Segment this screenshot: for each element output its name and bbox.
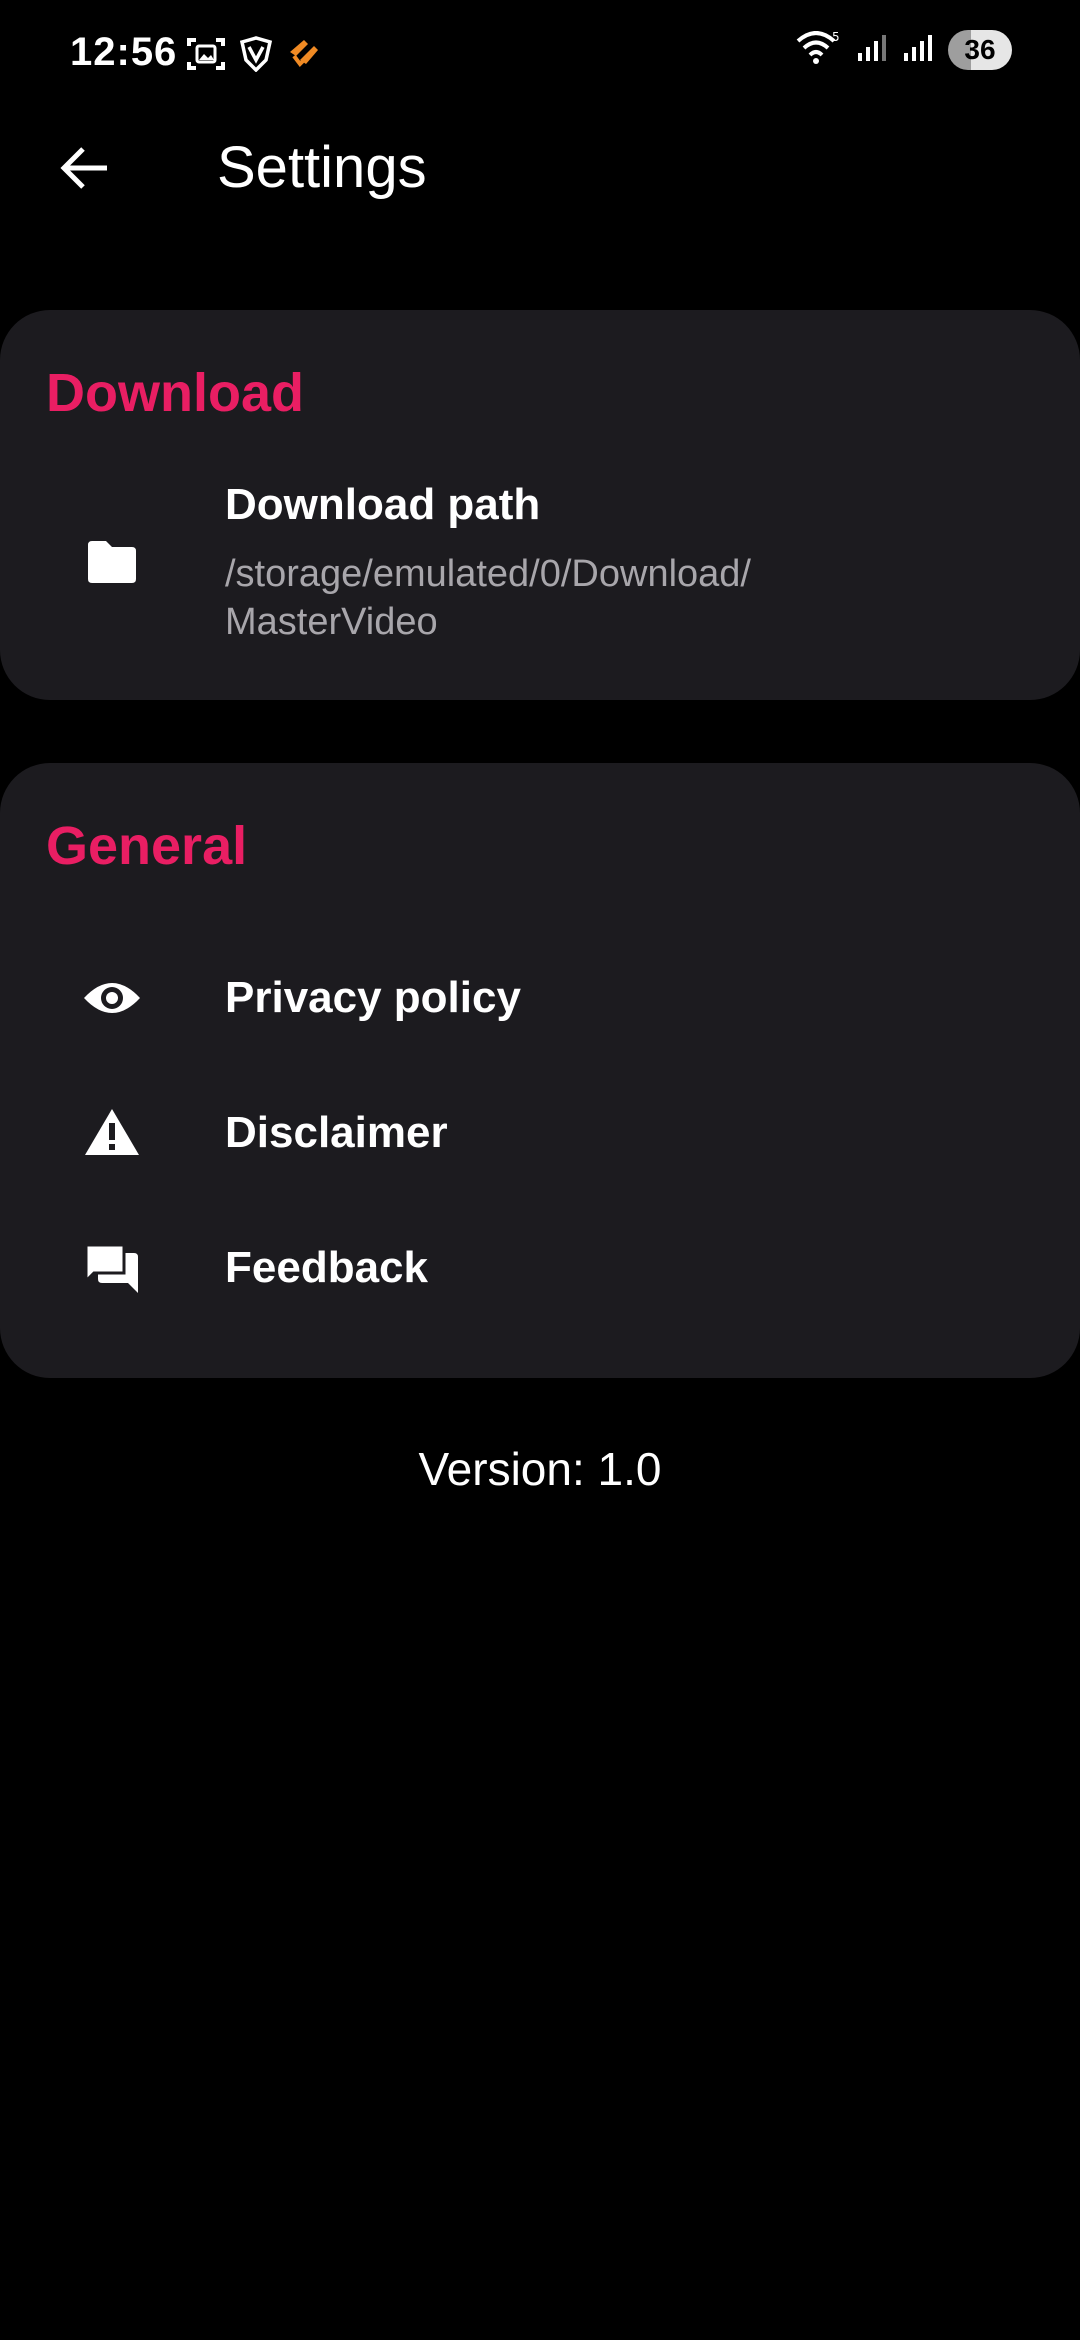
status-time: 12:56 — [70, 30, 178, 74]
warning-icon — [80, 1100, 144, 1164]
disclaimer-label: Disclaimer — [225, 1108, 448, 1157]
arrow-left-icon — [57, 141, 111, 200]
status-icons-left — [186, 36, 326, 77]
app-notification-icon — [286, 36, 326, 77]
battery-icon: 36 — [948, 30, 1012, 70]
general-section-card: General Privacy policy Disclaimer Feedba… — [0, 763, 1080, 1378]
download-path-title: Download path — [225, 480, 541, 529]
back-button[interactable] — [44, 130, 124, 210]
wifi-icon: 5 — [796, 30, 842, 70]
status-bar: 12:56 5 36 — [0, 0, 1080, 110]
settings-item-download-path[interactable]: Download path /storage/emulated/0/Downlo… — [0, 480, 1080, 670]
battery-level: 36 — [964, 34, 996, 65]
settings-item-feedback[interactable]: Feedback — [0, 1203, 1080, 1333]
feedback-label: Feedback — [225, 1243, 428, 1292]
cellular-signal-icon — [856, 33, 888, 68]
folder-icon — [80, 530, 144, 594]
settings-item-privacy-policy[interactable]: Privacy policy — [0, 933, 1080, 1063]
eye-icon — [80, 966, 144, 1030]
vpn-shield-icon — [238, 36, 274, 77]
download-section-card: Download Download path /storage/emulated… — [0, 310, 1080, 700]
section-header-general: General — [46, 816, 248, 876]
app-bar: Settings — [0, 110, 1080, 230]
settings-item-disclaimer[interactable]: Disclaimer — [0, 1068, 1080, 1198]
screenshot-icon — [186, 36, 226, 77]
download-path-value: /storage/emulated/0/Download/ MasterVide… — [225, 553, 751, 643]
svg-text:5: 5 — [832, 31, 840, 44]
app-version: Version: 1.0 — [418, 1443, 662, 1495]
section-header-download: Download — [46, 363, 304, 423]
cellular-signal-icon — [902, 33, 934, 68]
privacy-policy-label: Privacy policy — [225, 973, 521, 1022]
status-icons-right: 5 36 — [796, 30, 1012, 70]
page-title: Settings — [217, 135, 427, 200]
feedback-icon — [80, 1237, 144, 1301]
